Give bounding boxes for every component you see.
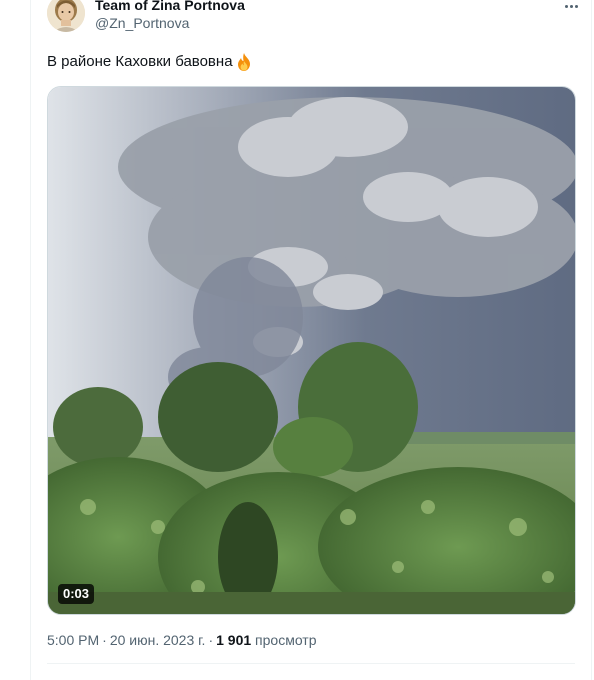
author-name-block: Team of Zina Portnova @Zn_Portnova — [95, 0, 245, 32]
author-display-name[interactable]: Team of Zina Portnova — [95, 0, 245, 14]
fire-icon — [237, 53, 250, 71]
tweet-card: Team of Zina Portnova @Zn_Portnova В рай… — [30, 0, 592, 680]
more-options-icon[interactable] — [557, 0, 585, 18]
meta-separator: · — [208, 632, 214, 648]
tweet-text: В районе Каховки бавовна — [47, 53, 233, 70]
tweet-text-row: В районе Каховки бавовна — [47, 52, 254, 72]
meta-separator: · — [102, 632, 107, 648]
tweet-date[interactable]: 20 июн. 2023 г. — [110, 632, 206, 648]
avatar-portrait-icon — [47, 0, 85, 32]
video-player[interactable]: 0:03 — [47, 86, 576, 615]
video-duration-badge: 0:03 — [58, 584, 95, 604]
tweet-header: Team of Zina Portnova @Zn_Portnova — [45, 0, 593, 36]
avatar[interactable] — [47, 0, 85, 32]
views-count: 1 901 — [216, 632, 252, 648]
author-handle[interactable]: @Zn_Portnova — [95, 14, 245, 32]
divider — [47, 663, 575, 664]
tweet-metadata: 5:00 PM · 20 июн. 2023 г. · 1 901 просмотр — [47, 631, 317, 649]
video-thumbnail — [48, 87, 575, 614]
views-label: просмотр — [255, 632, 317, 648]
tweet-time[interactable]: 5:00 PM — [47, 632, 99, 648]
